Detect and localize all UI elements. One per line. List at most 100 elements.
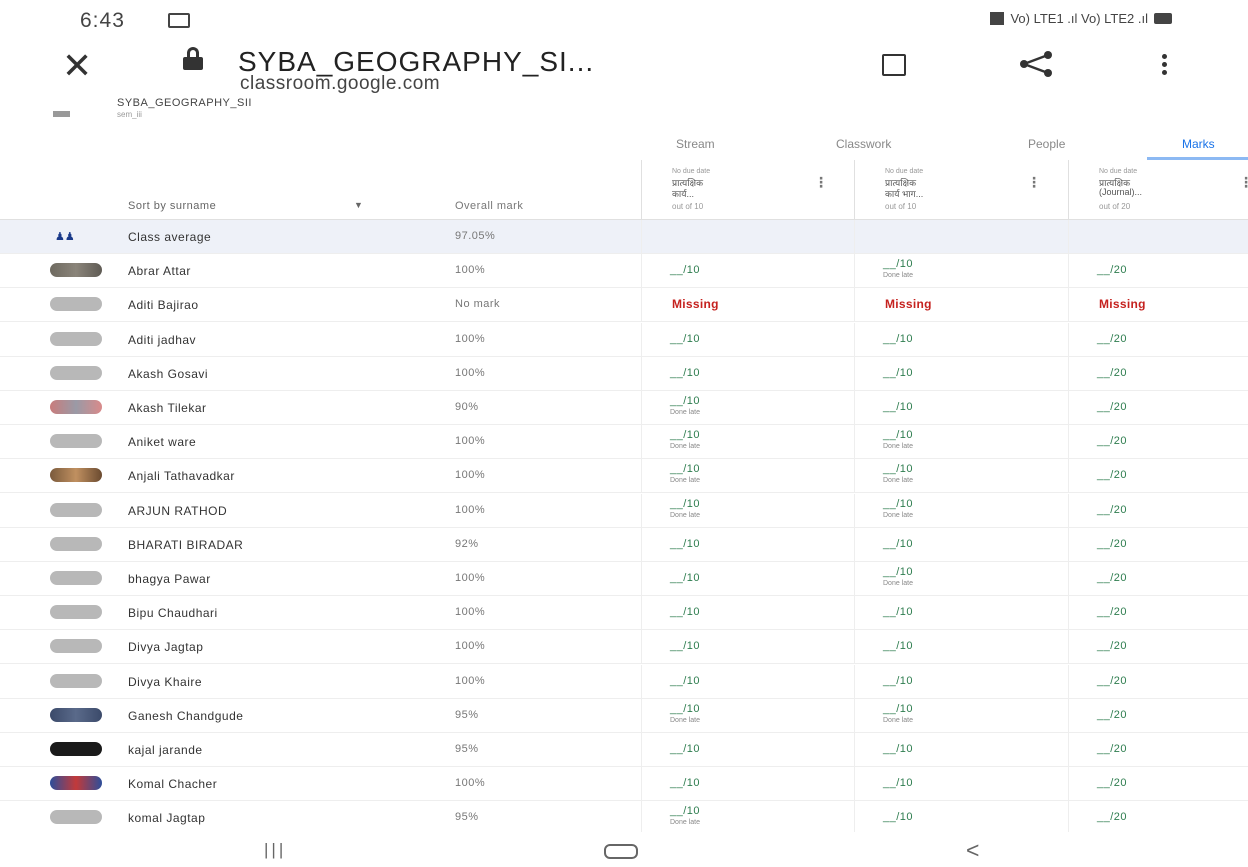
grade-cell[interactable]: __/20 — [1068, 356, 1248, 391]
grade-cell[interactable]: __/10 — [641, 527, 854, 562]
tab-marks[interactable]: Marks — [1182, 137, 1215, 151]
assignment-header[interactable]: No due date प्रात्यक्षिक (Journal)... ou… — [1068, 160, 1248, 220]
assignment-header[interactable]: No due date प्रात्यक्षिक कार्य... out of… — [641, 160, 854, 220]
grade-cell[interactable]: __/20 — [1068, 767, 1248, 802]
grade-cell[interactable]: __/10 — [641, 562, 854, 596]
student-row[interactable]: Divya Khaire 100% __/10 __/10 __/20 — [0, 664, 1248, 699]
student-row[interactable]: kajal jarande 95% __/10 __/10 __/20 — [0, 733, 1248, 767]
grade-cell[interactable]: __/20 — [1068, 698, 1248, 733]
grade-cell[interactable]: __/10 — [641, 254, 854, 289]
student-row[interactable]: Akash Gosavi 100% __/10 __/10 __/20 — [0, 356, 1248, 391]
sort-dropdown[interactable]: Sort by surname — [128, 200, 216, 212]
grade-cell[interactable]: __/10 — [641, 322, 854, 357]
assignment-menu-icon[interactable]: ⋮ — [814, 174, 828, 191]
student-name[interactable]: Divya Khaire — [128, 675, 202, 689]
grade-cell[interactable]: __/10 — [854, 801, 1068, 836]
student-row[interactable]: komal Jagtap 95% __/10 Done late __/10 __/20 — [0, 801, 1248, 836]
student-row[interactable]: ARJUN RATHOD 100% __/10 Done late __/10 Done … — [0, 493, 1248, 528]
assignment-menu-icon[interactable]: ⋮ — [1239, 174, 1248, 191]
student-row[interactable]: BHARATI BIRADAR 92% __/10 __/10 __/20 — [0, 527, 1248, 562]
grade-cell[interactable]: __/10 — [854, 630, 1068, 665]
student-row[interactable]: Divya Jagtap 100% __/10 __/10 __/20 — [0, 630, 1248, 665]
grade-cell[interactable]: __/20 — [1068, 425, 1248, 460]
grade-cell[interactable]: __/20 — [1068, 493, 1248, 528]
student-row[interactable]: Abrar Attar 100% __/10 __/10 Done late __/20 — [0, 254, 1248, 289]
grade-cell[interactable]: __/10 — [854, 664, 1068, 699]
student-row[interactable]: Komal Chacher 100% __/10 __/10 __/20 — [0, 767, 1248, 802]
grade-cell[interactable]: __/10 Done late — [854, 459, 1068, 494]
student-name[interactable]: Abrar Attar — [128, 264, 191, 278]
tab-classwork[interactable]: Classwork — [836, 137, 891, 151]
share-icon[interactable] — [1018, 50, 1054, 78]
tab-people[interactable]: People — [1028, 137, 1065, 151]
grade-cell[interactable]: __/10 Done late — [641, 391, 854, 425]
grade-cell[interactable]: __/10 — [641, 356, 854, 391]
grade-cell[interactable]: __/10 — [641, 596, 854, 631]
grade-cell[interactable]: __/10 Done late — [641, 801, 854, 836]
grade-cell[interactable]: __/20 — [1068, 664, 1248, 699]
grade-cell[interactable]: __/10 — [854, 596, 1068, 631]
grade-cell[interactable]: __/10 — [854, 527, 1068, 562]
grade-cell[interactable]: __/10 Done late — [854, 254, 1068, 289]
student-row[interactable]: Aniket ware 100% __/10 Done late __/10 Done l… — [0, 425, 1248, 460]
url-domain[interactable]: classroom.google.com — [240, 73, 440, 95]
student-row[interactable]: Aditi Bajirao No mark Missing Missing Missin… — [0, 288, 1248, 323]
student-name[interactable]: kajal jarande — [128, 743, 203, 757]
grade-cell[interactable]: __/10 Done late — [854, 698, 1068, 733]
grade-cell[interactable]: __/10 — [854, 733, 1068, 767]
lock-icon[interactable] — [183, 47, 203, 70]
grade-cell[interactable]: __/20 — [1068, 391, 1248, 425]
grade-cell[interactable]: __/10 — [641, 630, 854, 665]
grade-cell[interactable]: __/20 — [1068, 459, 1248, 494]
grade-cell[interactable]: __/10 Done late — [854, 562, 1068, 596]
grade-cell[interactable]: __/20 — [1068, 733, 1248, 767]
grade-cell[interactable]: __/20 — [1068, 527, 1248, 562]
student-name[interactable]: Akash Gosavi — [128, 367, 208, 381]
home-icon[interactable] — [604, 844, 638, 859]
grade-cell[interactable]: __/10 — [641, 733, 854, 767]
student-name[interactable]: Akash Tilekar — [128, 401, 207, 415]
student-row[interactable]: Akash Tilekar 90% __/10 Done late __/10 __/20 — [0, 391, 1248, 425]
student-row[interactable]: Ganesh Chandgude 95% __/10 Done late __/10 Do… — [0, 698, 1248, 733]
grade-cell[interactable]: Missing — [641, 288, 854, 323]
close-icon[interactable]: ✕ — [62, 48, 92, 84]
student-name[interactable]: bhagya Pawar — [128, 572, 211, 586]
student-name[interactable]: komal Jagtap — [128, 811, 205, 825]
student-row[interactable]: bhagya Pawar 100% __/10 __/10 Done late __/20 — [0, 562, 1248, 596]
student-row[interactable]: Bipu Chaudhari 100% __/10 __/10 __/20 — [0, 596, 1248, 631]
bookmark-icon[interactable] — [882, 54, 906, 76]
grade-cell[interactable]: __/20 — [1068, 322, 1248, 357]
grade-cell[interactable]: __/20 — [1068, 801, 1248, 836]
grade-cell[interactable]: __/20 — [1068, 254, 1248, 289]
back-icon[interactable]: < — [966, 837, 979, 864]
student-name[interactable]: Ganesh Chandgude — [128, 709, 243, 723]
tab-stream[interactable]: Stream — [676, 137, 715, 151]
grade-cell[interactable]: __/10 Done late — [641, 698, 854, 733]
student-name[interactable]: Divya Jagtap — [128, 640, 203, 654]
grade-cell[interactable]: __/10 — [854, 391, 1068, 425]
grade-cell[interactable]: Missing — [854, 288, 1068, 323]
grade-cell[interactable]: __/10 — [641, 664, 854, 699]
grade-cell[interactable]: __/20 — [1068, 596, 1248, 631]
student-name[interactable]: BHARATI BIRADAR — [128, 538, 243, 552]
dropdown-arrow-icon[interactable]: ▼ — [354, 200, 363, 210]
grade-cell[interactable]: __/20 — [1068, 630, 1248, 665]
student-name[interactable]: Aniket ware — [128, 435, 196, 449]
grade-cell[interactable]: __/20 — [1068, 562, 1248, 596]
grade-cell[interactable]: __/10 Done late — [854, 425, 1068, 460]
student-name[interactable]: Komal Chacher — [128, 777, 217, 791]
student-name[interactable]: ARJUN RATHOD — [128, 504, 227, 518]
assignment-header[interactable]: No due date प्रात्यक्षिक कार्य भाग... ou… — [854, 160, 1068, 220]
grade-cell[interactable]: __/10 Done late — [641, 425, 854, 460]
grade-cell[interactable]: __/10 Done late — [641, 459, 854, 494]
student-name[interactable]: Anjali Tathavadkar — [128, 469, 235, 483]
grade-cell[interactable]: __/10 — [854, 322, 1068, 357]
grade-cell[interactable]: __/10 — [854, 356, 1068, 391]
grade-cell[interactable]: __/10 — [854, 767, 1068, 802]
student-name[interactable]: Bipu Chaudhari — [128, 606, 218, 620]
grade-cell[interactable]: __/10 Done late — [854, 493, 1068, 528]
student-name[interactable]: Aditi Bajirao — [128, 298, 199, 312]
recent-apps-icon[interactable]: ||| — [264, 840, 286, 860]
student-row[interactable]: Aditi jadhav 100% __/10 __/10 __/20 — [0, 322, 1248, 357]
assignment-menu-icon[interactable]: ⋮ — [1027, 174, 1041, 191]
